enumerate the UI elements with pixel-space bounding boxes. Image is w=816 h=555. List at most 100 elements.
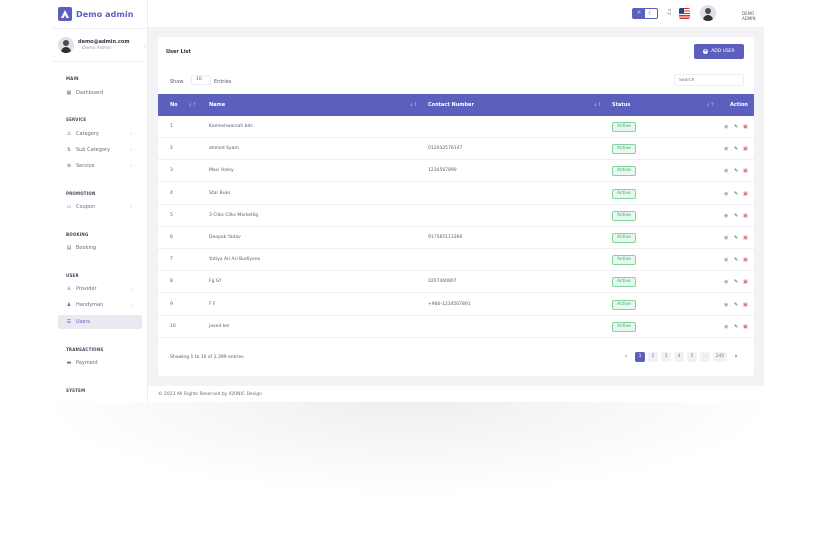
delete-trash-icon[interactable]: ▣ [743, 205, 748, 227]
delete-trash-icon[interactable]: ▣ [743, 294, 748, 316]
edit-pencil-icon[interactable]: ✎ [734, 271, 738, 293]
sidebar-item-handyman[interactable]: ♟ Handyman › [58, 298, 142, 312]
sort-icon[interactable]: ↓↑ [188, 94, 196, 116]
sidebar-item-dashboard[interactable]: ▦ Dashboard [58, 86, 142, 100]
column-header-no[interactable]: No [170, 94, 178, 116]
view-eye-icon[interactable]: ◉ [724, 249, 728, 271]
delete-trash-icon[interactable]: ▣ [743, 160, 748, 182]
page-button[interactable]: 3 [661, 352, 671, 362]
status-badge[interactable]: Active [612, 166, 636, 177]
view-eye-icon[interactable]: ◉ [724, 316, 728, 338]
column-header-contact[interactable]: Contact Number [428, 94, 474, 116]
status-badge[interactable]: Active [612, 233, 636, 243]
next-page-icon[interactable]: › [731, 352, 741, 362]
column-header-name[interactable]: Name [209, 94, 225, 116]
user-name[interactable]: Fg Gf [209, 271, 221, 293]
page-button[interactable]: 2 [648, 352, 658, 362]
edit-pencil-icon[interactable]: ✎ [734, 160, 738, 182]
view-eye-icon[interactable]: ◉ [724, 271, 728, 293]
delete-trash-icon[interactable]: ▣ [743, 183, 748, 205]
sidebar-item-booking[interactable]: ▤ Booking [58, 241, 142, 255]
view-eye-icon[interactable]: ◉ [724, 160, 728, 182]
page-button[interactable]: 5 [687, 352, 697, 362]
sort-icon[interactable]: ↓↑ [409, 94, 417, 116]
sun-icon[interactable]: ☼ [633, 9, 645, 18]
user-name[interactable]: Star Buks [209, 183, 231, 205]
sidebar-collapse-icon[interactable]: › [144, 44, 146, 50]
view-eye-icon[interactable]: ◉ [724, 294, 728, 316]
edit-pencil-icon[interactable]: ✎ [734, 116, 738, 138]
sidebar-item-users[interactable]: ☰ Users [58, 315, 142, 329]
page-size-select[interactable]: 10 [191, 75, 211, 85]
row-number: 1 [170, 124, 173, 129]
status-badge[interactable]: Active [612, 321, 636, 332]
status-badge[interactable]: Active [612, 122, 636, 132]
delete-trash-icon[interactable]: ▣ [743, 249, 748, 271]
theme-toggle[interactable]: ☼ ☾ [632, 8, 658, 19]
user-list-card: User List + ADD USER Show 10 Entries No … [158, 37, 754, 376]
view-eye-icon[interactable]: ◉ [724, 205, 728, 227]
user-name[interactable]: Maci Haley [209, 160, 234, 182]
page-button[interactable]: 240 [713, 352, 727, 362]
edit-pencil-icon[interactable]: ✎ [734, 183, 738, 205]
sidebar-item-sub-category[interactable]: ⇅ Sub Category › [58, 143, 142, 157]
user-name[interactable]: javed ker [209, 316, 230, 338]
view-eye-icon[interactable]: ◉ [724, 227, 728, 249]
sort-icon[interactable]: ↓↑ [706, 94, 714, 116]
table-header: No ↓↑ Name ↓↑ Contact Number ↓↑ Status ↓… [158, 94, 754, 116]
status-badge[interactable]: Active [612, 144, 636, 155]
sidebar-item-provider[interactable]: ♙ Provider › [58, 282, 142, 296]
row-number: 9 [170, 301, 173, 307]
sidebar-item-category[interactable]: ⚠ Category › [58, 127, 142, 141]
user-name[interactable]: Deepak Yadav [209, 227, 241, 249]
view-eye-icon[interactable]: ◉ [724, 183, 728, 205]
user-name[interactable]: Kameshwarsah bds [209, 116, 253, 138]
topbar-avatar[interactable] [700, 5, 716, 21]
edit-pencil-icon[interactable]: ✎ [734, 316, 738, 338]
us-flag-icon[interactable] [679, 8, 690, 19]
edit-pencil-icon[interactable]: ✎ [734, 138, 738, 160]
status-badge[interactable]: Active [612, 277, 636, 288]
delete-trash-icon[interactable]: ▣ [743, 116, 748, 138]
edit-pencil-icon[interactable]: ✎ [734, 249, 738, 271]
status-badge[interactable]: Active [612, 299, 636, 310]
topbar-user-name[interactable]: DEMO ADMIN [742, 11, 764, 21]
moon-icon[interactable]: ☾ [645, 9, 657, 18]
edit-pencil-icon[interactable]: ✎ [734, 294, 738, 316]
sort-icon[interactable]: ↓↑ [593, 94, 601, 116]
delete-trash-icon[interactable]: ▣ [743, 138, 748, 160]
bell-icon[interactable]: ♫ [666, 8, 672, 16]
sidebar-item-service[interactable]: ⊕ Service › [58, 159, 142, 173]
user-name[interactable]: F F [209, 294, 216, 316]
dashboard-icon: ▦ [66, 90, 72, 96]
status-badge[interactable]: Active [612, 210, 636, 221]
prev-page-icon[interactable]: ‹ [621, 352, 631, 362]
search-input[interactable] [674, 74, 744, 86]
payment-icon: ▬ [66, 360, 72, 366]
sidebar-item-label: Service [76, 163, 95, 169]
add-user-button[interactable]: + ADD USER [694, 44, 744, 59]
edit-pencil-icon[interactable]: ✎ [734, 205, 738, 227]
page-button[interactable]: 1 [635, 352, 645, 362]
status-badge[interactable]: Active [612, 255, 636, 266]
user-name[interactable]: Yutiya Ari Ari Budiyono [209, 249, 260, 271]
user-name[interactable]: 3 Cliks Cliks Marketlig [209, 205, 258, 227]
sidebar-item-payment[interactable]: ▬ Payment [58, 356, 142, 370]
table-row: 6 Deepak Yadav 917565113366 Active ◉ ✎ ▣ [158, 227, 754, 249]
delete-trash-icon[interactable]: ▣ [743, 271, 748, 293]
view-eye-icon[interactable]: ◉ [724, 138, 728, 160]
status-badge[interactable]: Active [612, 188, 636, 199]
column-header-status[interactable]: Status [612, 94, 630, 116]
row-number: 4 [170, 190, 173, 196]
user-name[interactable]: ahmed Syam [209, 138, 239, 160]
edit-pencil-icon[interactable]: ✎ [734, 227, 738, 249]
chevron-right-icon: › [130, 302, 132, 308]
delete-trash-icon[interactable]: ▣ [743, 227, 748, 249]
delete-trash-icon[interactable]: ▣ [743, 316, 748, 338]
sidebar-item-coupon[interactable]: ▭ Coupon › [58, 200, 142, 214]
view-eye-icon[interactable]: ◉ [724, 116, 728, 138]
brand[interactable]: Demo admin [58, 6, 134, 22]
page-button[interactable]: 4 [674, 352, 684, 362]
service-icon: ⊕ [66, 163, 72, 169]
row-number: 6 [170, 235, 173, 240]
